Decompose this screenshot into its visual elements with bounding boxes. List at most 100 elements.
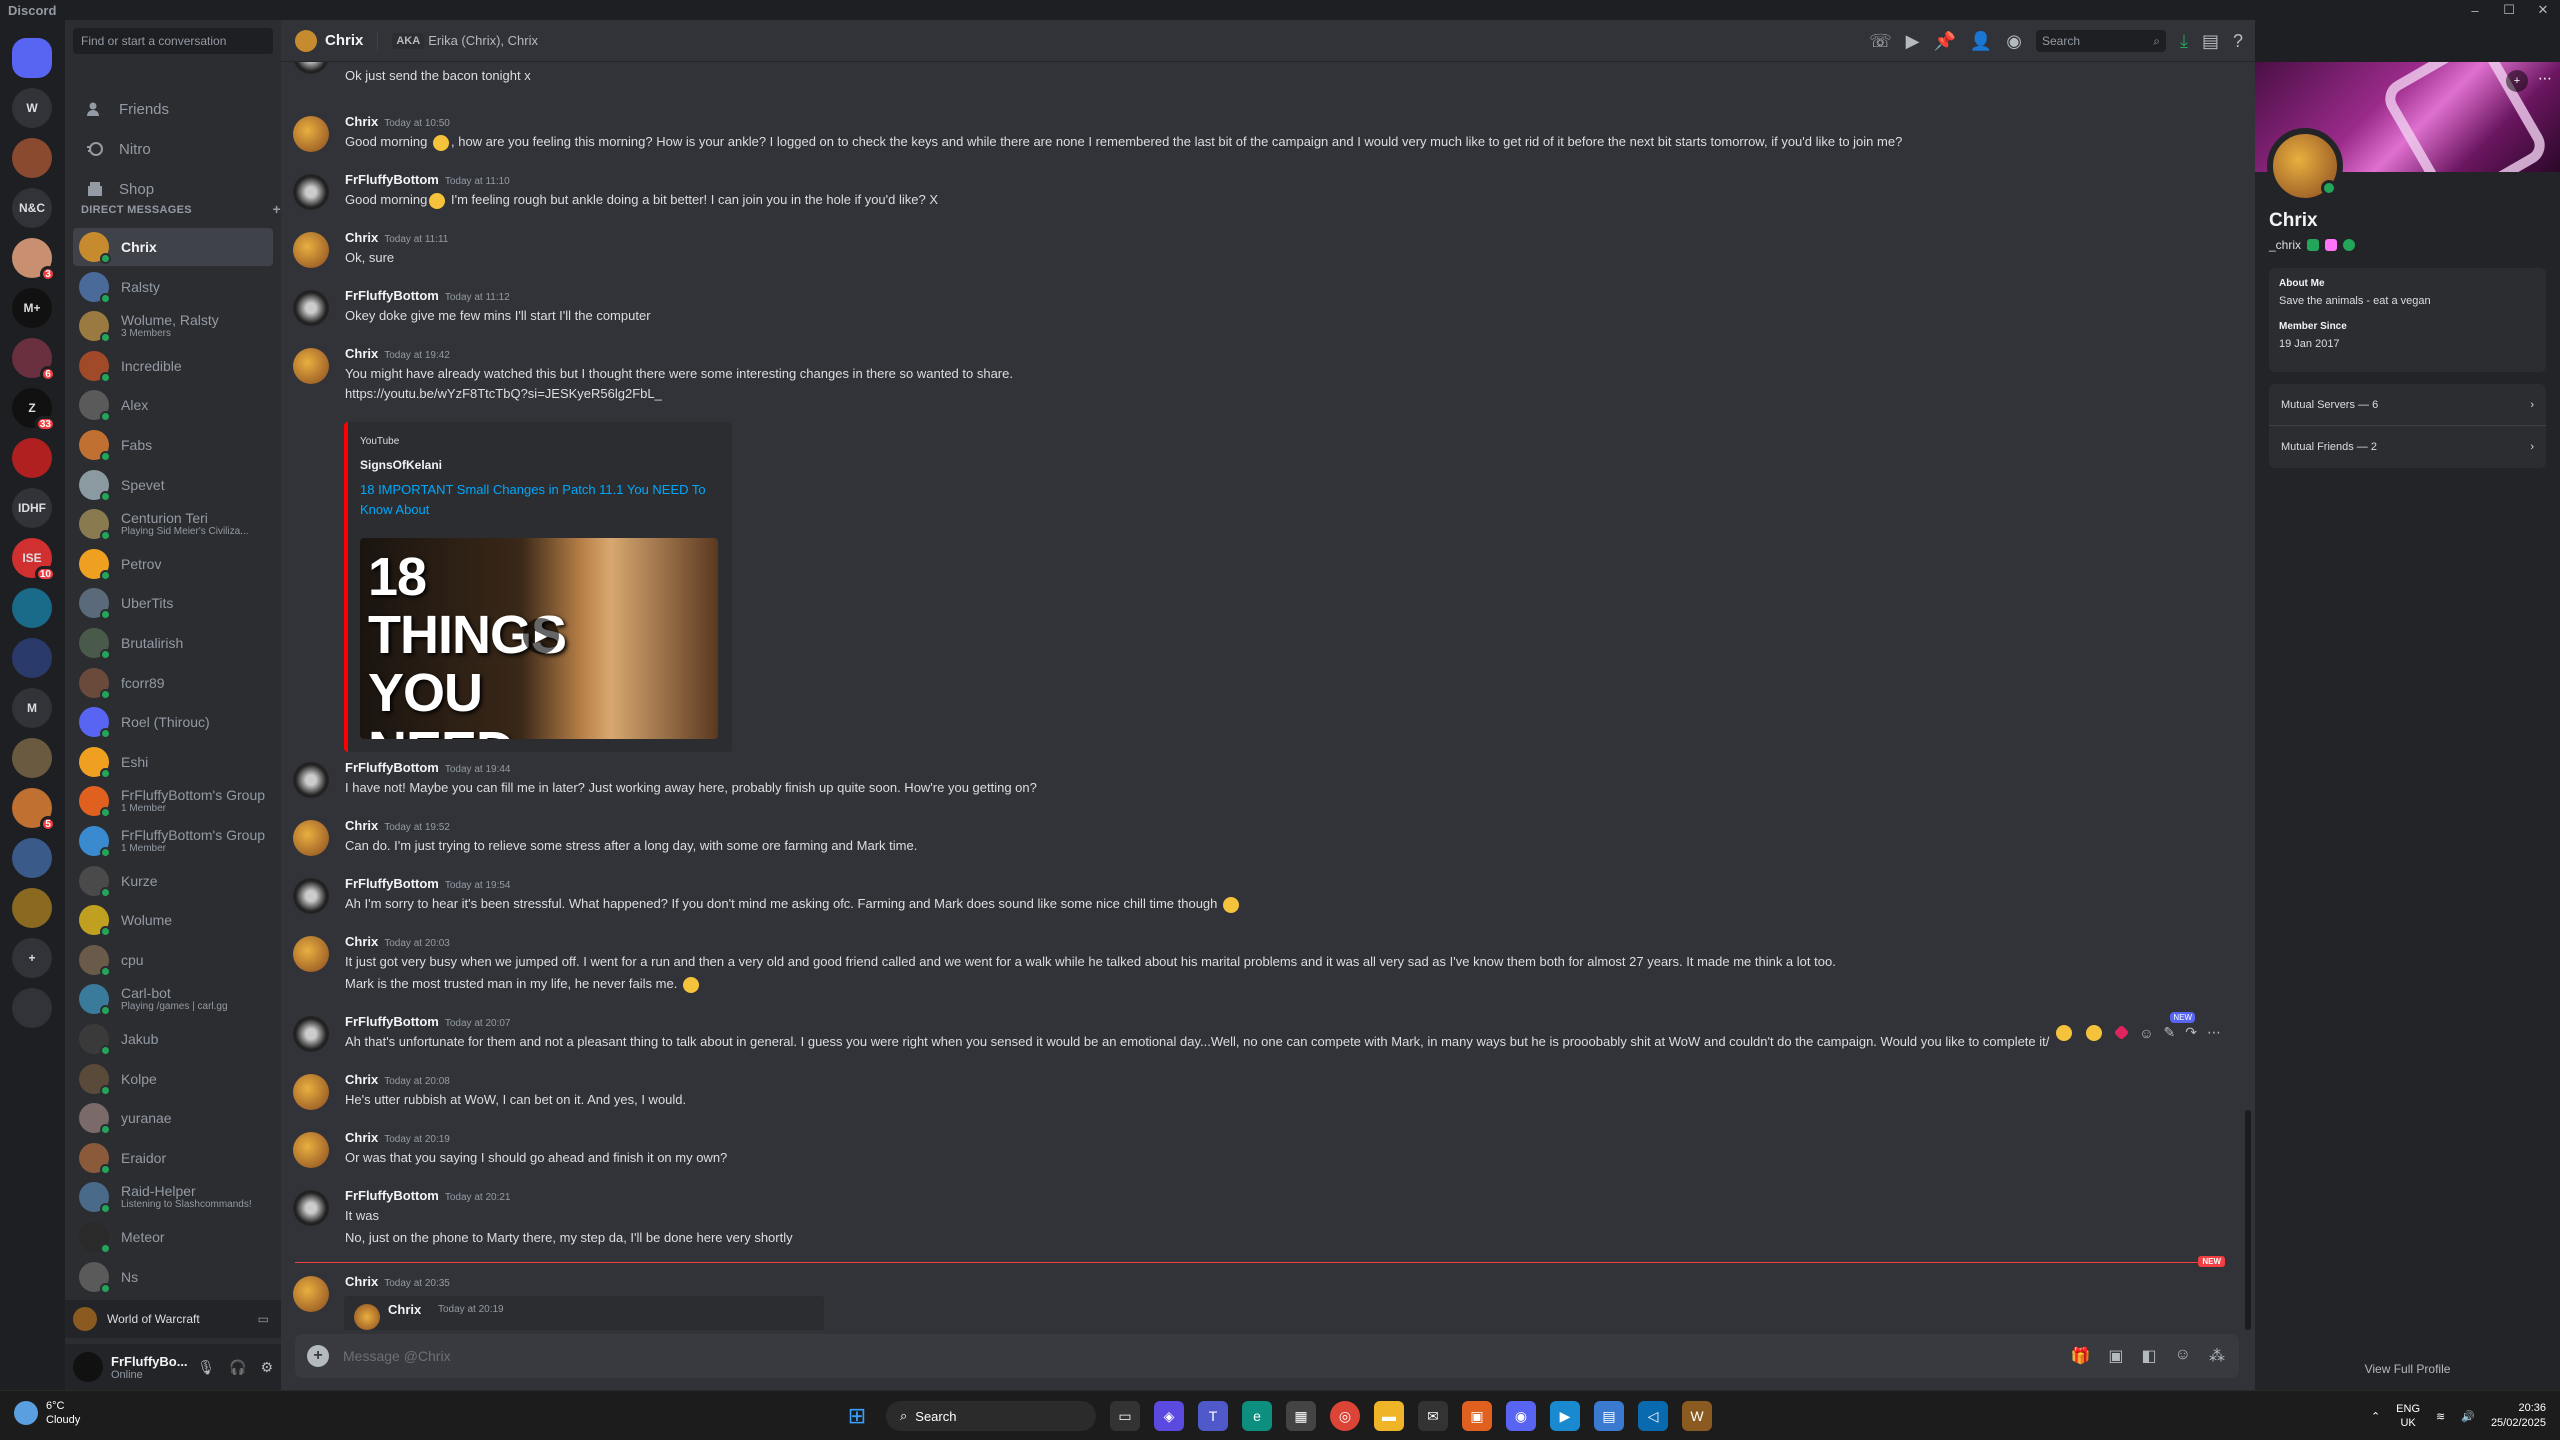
reaction-laugh-icon[interactable] [2056,1024,2073,1041]
server-icon[interactable] [12,838,52,878]
find-conversation-input[interactable]: Find or start a conversation [73,28,273,54]
video-thumbnail[interactable]: 18 THINGS YOU NEED TO KNOW ▶ [360,538,718,739]
taskbar-search[interactable]: ⌕ Search [886,1401,1096,1431]
server-icon[interactable]: W [12,88,52,128]
message-author[interactable]: Chrix Today at 19:52 [345,818,450,833]
discord-taskbar-icon[interactable]: ◉ [1506,1401,1536,1431]
server-icon[interactable] [12,438,52,478]
server-icon[interactable] [12,638,52,678]
message-author[interactable]: Chrix Today at 20:03 [345,934,450,949]
dm-item[interactable]: Meteor [73,1218,273,1256]
vscode-icon[interactable]: ◁ [1638,1401,1668,1431]
dm-item[interactable]: Wolume [73,901,273,939]
wifi-icon[interactable]: ≋ [2436,1410,2445,1423]
author-name[interactable]: Chrix [345,934,378,949]
language-indicator[interactable]: ENG UK [2396,1402,2420,1430]
author-name[interactable]: Chrix [345,1274,378,1289]
user-profile-icon[interactable]: ◉ [2006,31,2022,52]
mutual-servers-row[interactable]: Mutual Servers — 6 › [2269,384,2546,426]
app-blue-icon[interactable]: ▶ [1550,1401,1580,1431]
server-icon[interactable]: IDHF [12,488,52,528]
dm-item[interactable]: FrFluffyBottom's Group 1 Member [73,782,273,820]
message-author[interactable]: Chrix Today at 10:50 [345,114,450,129]
dm-item[interactable]: Chrix [73,228,273,266]
edit-icon[interactable]: ✎ [2164,1024,2176,1041]
profile-more-icon[interactable]: ⋯ [2538,70,2552,87]
edge-icon[interactable]: e [1242,1401,1272,1431]
add-friend-icon[interactable]: + [2506,70,2528,92]
dm-item[interactable]: Ralsty [73,268,273,306]
message-author[interactable]: FrFluffyBottom Today at 19:54 [345,876,510,891]
dm-item[interactable]: Raid-Helper Listening to Slashcommands! [73,1178,273,1216]
dm-item[interactable]: Wolume, Ralsty 3 Members [73,307,273,345]
message-avatar[interactable] [293,62,329,74]
author-name[interactable]: FrFluffyBottom [345,1014,439,1029]
volume-icon[interactable]: 🔊 [2461,1410,2475,1423]
inbox-icon[interactable]: ▤ [2202,31,2219,52]
message-author[interactable]: Chrix Today at 20:19 [345,1130,450,1145]
message-avatar[interactable] [293,1190,329,1226]
headphones-icon[interactable]: 🎧 [229,1359,246,1376]
mutual-friends-row[interactable]: Mutual Friends — 2 › [2269,426,2546,468]
voice-call-icon[interactable]: ☏ [1869,31,1892,52]
message-author[interactable]: FrFluffyBottom Today at 20:07 [345,1014,510,1029]
dm-item[interactable]: Spevet [73,466,273,504]
author-name[interactable]: FrFluffyBottom [345,288,439,303]
pinned-messages-icon[interactable]: 📌 [1933,31,1955,52]
add-reaction-icon[interactable]: ☺ [2139,1025,2153,1041]
message-avatar[interactable] [293,1074,329,1110]
mic-icon[interactable]: 🎙 [197,1359,215,1376]
reply-preview[interactable]: Chrix Today at 20:19 [344,1296,824,1330]
server-icon[interactable] [12,138,52,178]
author-name[interactable]: Chrix [345,230,378,245]
weather-widget[interactable]: 6°C Cloudy [14,1399,80,1427]
server-icon[interactable]: + [12,938,52,978]
reaction-heart-icon[interactable] [2113,1024,2130,1041]
dm-item[interactable]: Kurze [73,862,273,900]
apps-icon[interactable]: ⁂ [2209,1346,2225,1366]
message-avatar[interactable] [293,232,329,268]
message-avatar[interactable] [293,1276,329,1312]
help-icon[interactable]: ? [2233,31,2243,52]
message-scrollbar[interactable] [2245,1110,2251,1330]
minimize-button[interactable]: – [2458,0,2492,20]
server-icon[interactable]: Z 33 [12,388,56,432]
maximize-button[interactable]: ☐ [2492,0,2526,20]
message-author[interactable]: Chrix Today at 11:11 [345,230,448,245]
teams-icon[interactable]: T [1198,1401,1228,1431]
clock[interactable]: 20:36 25/02/2025 [2491,1401,2546,1431]
stream-icon[interactable]: ▭ [258,1312,269,1326]
gift-icon[interactable]: 🎁 [2070,1346,2090,1366]
notepad-icon[interactable]: ▤ [1594,1401,1624,1431]
header-search-input[interactable]: Search ⌕ [2036,30,2166,52]
server-icon[interactable]: 3 [12,238,56,282]
nav-friends[interactable]: Friends [73,90,273,128]
embed-title[interactable]: 18 IMPORTANT Small Changes in Patch 11.1… [360,480,720,520]
message-composer[interactable]: + Message @Chrix 🎁 ▣ ◧ ☺ ⁂ [295,1334,2239,1378]
mail-icon[interactable]: ✉ [1418,1401,1448,1431]
add-friends-to-dm-icon[interactable]: 👤 [1970,31,1992,52]
tray-chevron-icon[interactable]: ⌃ [2371,1410,2380,1423]
author-name[interactable]: Chrix [345,1072,378,1087]
author-name[interactable]: Chrix [345,1130,378,1145]
emoji-picker-icon[interactable]: ☺ [2175,1346,2191,1366]
dm-item[interactable]: Fabs [73,426,273,464]
wow-taskbar-icon[interactable]: W [1682,1401,1712,1431]
dm-item[interactable]: Incredible [73,347,273,385]
app-orange-icon[interactable]: ▣ [1462,1401,1492,1431]
message-avatar[interactable] [293,936,329,972]
dm-item[interactable]: Alex [73,386,273,424]
store-icon[interactable]: ▦ [1286,1401,1316,1431]
author-name[interactable]: Chrix [345,346,378,361]
server-icon[interactable] [12,988,52,1028]
video-call-icon[interactable]: ▶ [1906,31,1920,52]
message-avatar[interactable] [293,116,329,152]
dm-item[interactable]: Brutalirish [73,624,273,662]
message-avatar[interactable] [293,174,329,210]
server-icon[interactable]: M [12,688,52,728]
nav-shop[interactable]: Shop [73,170,273,208]
message-link[interactable]: https://youtu.be/wYzF8TtcTbQ?si=JESKyeR5… [345,386,662,401]
close-button[interactable]: ✕ [2526,0,2560,20]
dm-item[interactable]: Roel (Thirouc) [73,703,273,741]
server-icon[interactable] [12,888,52,928]
